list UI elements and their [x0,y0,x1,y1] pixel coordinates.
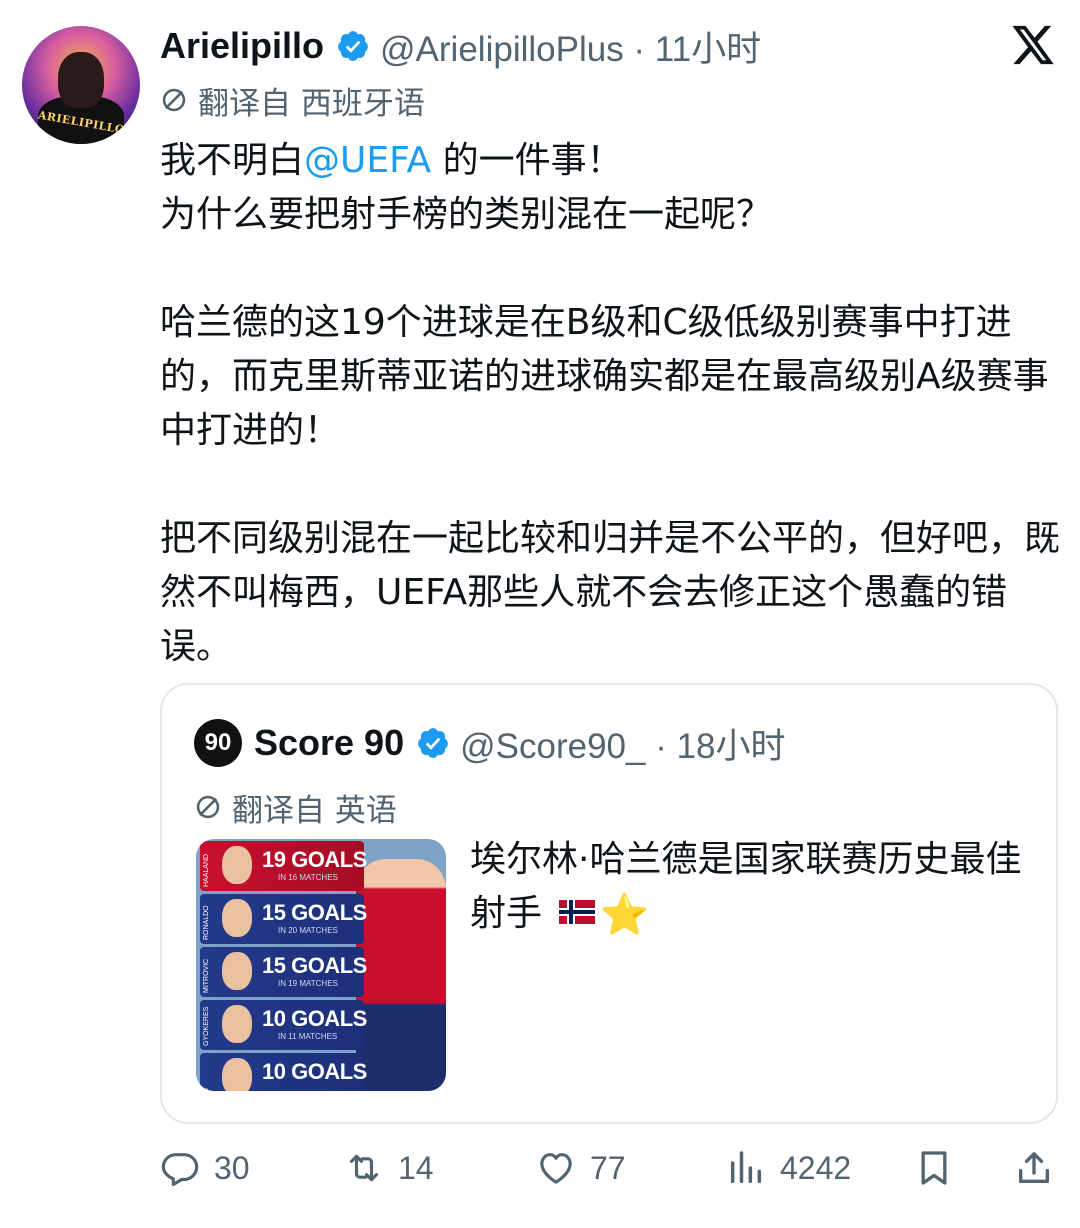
translate-icon [162,88,186,112]
retweet-icon [349,1154,379,1182]
views-count: 4242 [780,1149,852,1186]
translate-label[interactable]: 翻译自 西班牙语 [160,80,425,122]
tweet-body: 我不明白@UEFA 的一件事！ 为什么要把射手榜的类别混在一起呢？ 哈兰德的这1… [160,134,1060,674]
author-display-name[interactable]: Arielipillo [160,25,324,67]
image-rank-row: AZI 10 GOALS [200,1053,367,1091]
views-button[interactable]: 4242 [726,1142,851,1194]
image-rank-row: GYÖKERES 10 GOALS IN 11 MATCHES [200,1000,367,1050]
uefa-mention-link[interactable]: @UEFA [304,140,431,181]
quoted-tweet-text: 埃尔林·哈兰德是国家联赛历史最佳射手 ⭐ [470,833,1030,942]
translate-icon [196,795,220,819]
quoted-author-avatar[interactable]: 90 [194,719,242,767]
tweet-paragraph-2: 哈兰德的这19个进球是在B级和C级低级别赛事中打进的，而克里斯蒂亚诺的进球确实都… [160,302,1049,451]
bottom-spacer [0,1212,1080,1228]
quoted-tweet-card[interactable]: 90 Score 90 @Score90_ · 18小时 翻译自 英语 HAAL… [160,683,1058,1124]
tweet-text-line1-end: 的一件事！ [431,140,623,181]
quoted-tweet-text-body: 埃尔林·哈兰德是国家联赛历史最佳射手 [470,839,1022,934]
quoted-translate-label-text: 翻译自 英语 [232,792,397,829]
bookmark-button[interactable] [914,1142,954,1194]
reply-button[interactable]: 30 [160,1142,250,1194]
quoted-tweet-image[interactable]: HAALAND 19 GOALS IN 16 MATCHES RONALDO 1… [196,839,446,1091]
tweet-text-line1-start: 我不明白 [160,140,305,181]
views-icon [730,1151,762,1184]
author-handle-time[interactable]: @ArielipilloPlus · 11小时 [380,21,761,72]
heart-icon [540,1153,572,1184]
like-count: 77 [590,1149,626,1186]
retweet-count: 14 [398,1149,434,1186]
verified-badge-icon [338,31,368,61]
share-button[interactable] [1014,1142,1054,1194]
image-player-figure [356,859,446,1091]
translate-label-text: 翻译自 西班牙语 [198,85,425,122]
verified-badge-icon [418,728,448,758]
like-button[interactable]: 77 [536,1142,626,1194]
quoted-author-name[interactable]: Score 90 [254,722,404,764]
avatar-figure-head [58,52,104,108]
quoted-tweet-header: 90 Score 90 @Score90_ · 18小时 [194,719,786,767]
tweet-paragraph-3: 把不同级别混在一起比较和归并是不公平的，但好吧，既然不叫梅西，UEFA那些人就不… [160,518,1061,667]
image-rank-row: MITROVIC 15 GOALS IN 19 MATCHES [200,947,367,997]
norway-flag-icon [559,900,596,924]
reply-icon [161,1153,199,1187]
author-avatar[interactable]: ARIELIPILLO [22,26,140,144]
reply-count: 30 [214,1149,250,1186]
bookmark-icon [921,1151,947,1185]
share-icon [1019,1152,1049,1183]
image-rank-row: RONALDO 15 GOALS IN 20 MATCHES [200,894,367,944]
image-rank-row: HAALAND 19 GOALS IN 16 MATCHES [200,841,367,891]
x-logo-icon[interactable] [1010,24,1056,66]
tweet-action-bar: 30 14 77 4242 [0,1142,1080,1194]
tweet-header: Arielipillo @ArielipilloPlus · 11小时 [160,22,761,70]
retweet-button[interactable]: 14 [344,1142,434,1194]
quoted-author-handle-time[interactable]: @Score90_ · 18小时 [460,718,785,769]
quoted-translate-label[interactable]: 翻译自 英语 [194,787,397,829]
star-emoji-icon: ⭐ [599,892,650,938]
tweet-text-line2: 为什么要把射手榜的类别混在一起呢？ [160,194,773,235]
